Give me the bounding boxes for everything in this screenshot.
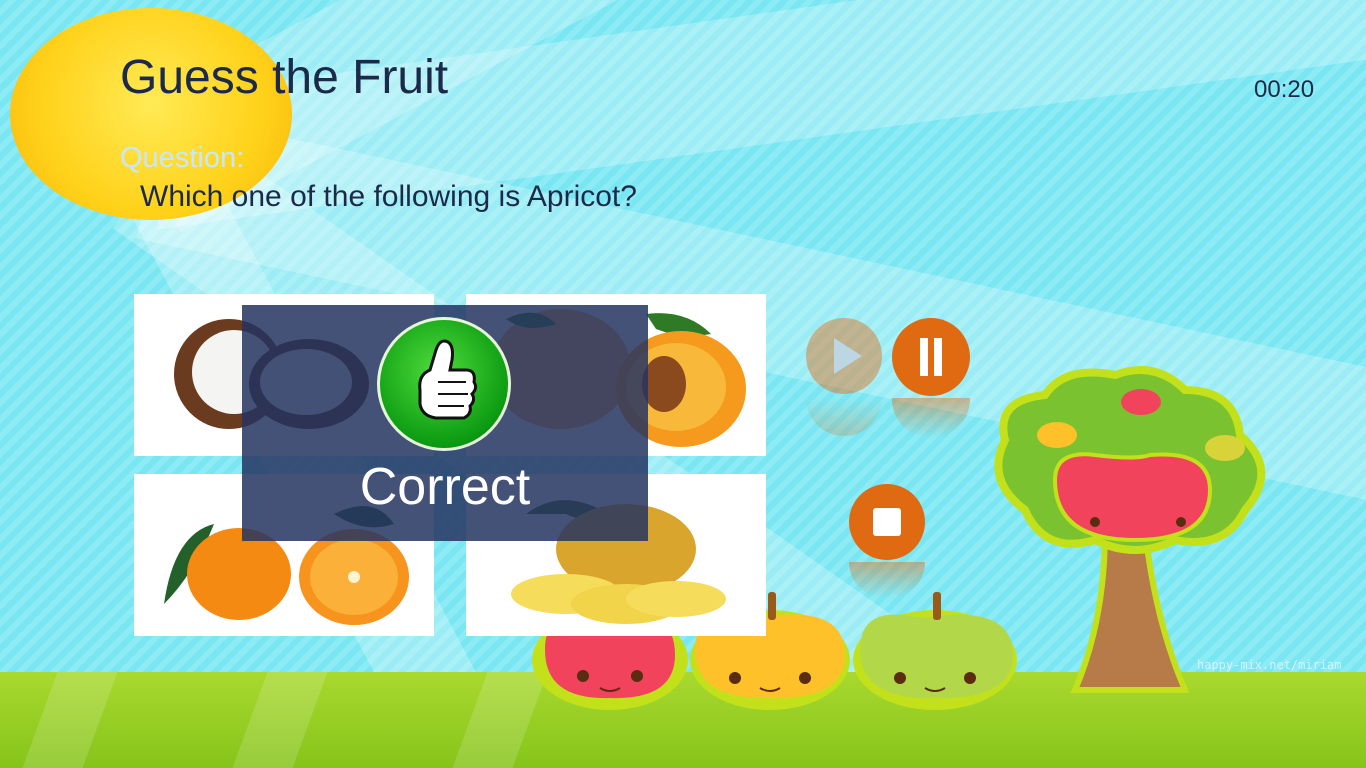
feedback-text: Correct [359,458,531,516]
play-icon [834,338,862,374]
question-text: Which one of the following is Apricot? [140,180,637,213]
pause-button[interactable] [892,318,970,396]
watermark: happy-mix.net/miriam [1197,658,1342,672]
play-button[interactable] [806,318,882,394]
thumbs-up-icon [377,317,511,451]
question-label: Question: [120,142,245,174]
page-title: Guess the Fruit [120,51,449,104]
pause-icon [920,338,942,376]
feedback-overlay: Correct [242,305,648,541]
timer: 00:20 [1254,76,1315,103]
stop-icon [873,508,901,536]
stop-button[interactable] [849,484,925,560]
